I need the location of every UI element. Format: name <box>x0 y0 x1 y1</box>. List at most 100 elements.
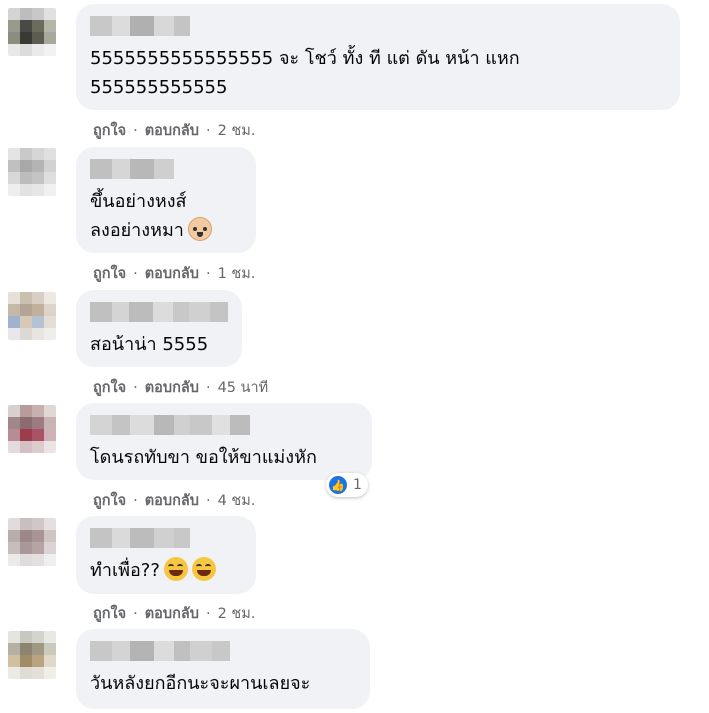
like-link[interactable]: ถูกใจ <box>93 602 126 625</box>
avatar-pixel <box>32 292 44 304</box>
avatar-pixel <box>32 667 44 679</box>
reaction-count[interactable]: 👍 1 <box>326 473 368 497</box>
name-pixel <box>174 528 190 548</box>
timestamp[interactable]: 45 นาที <box>218 376 269 399</box>
reply-link[interactable]: ตอบกลับ <box>145 602 199 625</box>
avatar[interactable] <box>8 518 56 566</box>
comment-actions: ถูกใจ · ตอบกลับ · 2 ชม. <box>93 119 255 142</box>
name-pixel <box>130 641 154 661</box>
reply-link[interactable]: ตอบกลับ <box>145 489 199 512</box>
name-pixel <box>90 415 112 435</box>
timestamp[interactable]: 1 ชม. <box>218 262 256 285</box>
name-pixel <box>112 415 130 435</box>
avatar-pixel <box>8 655 20 667</box>
commenter-name-blurred[interactable] <box>90 159 242 179</box>
name-pixel <box>230 415 250 435</box>
reaction-count-value: 1 <box>353 477 362 493</box>
timestamp[interactable]: 2 ชม. <box>218 602 256 625</box>
comment-bubble: สอน้าน่า 5555 <box>76 290 242 367</box>
avatar-pixel <box>44 172 56 184</box>
avatar-pixel <box>44 8 56 20</box>
avatar-pixel <box>20 8 32 20</box>
avatar-pixel <box>44 554 56 566</box>
avatar-pixel <box>20 542 32 554</box>
avatar-pixel <box>32 304 44 316</box>
separator-dot: · <box>205 605 211 622</box>
commenter-name-blurred[interactable] <box>90 16 666 36</box>
avatar-pixel <box>32 8 44 20</box>
avatar[interactable] <box>8 292 56 340</box>
avatar-pixel <box>8 631 20 643</box>
avatar-pixel <box>20 184 32 196</box>
avatar-pixel <box>8 32 20 44</box>
separator-dot: · <box>133 379 138 396</box>
separator-dot: · <box>205 492 211 509</box>
timestamp[interactable]: 2 ชม. <box>218 119 256 142</box>
avatar-pixel <box>44 417 56 429</box>
avatar-pixel <box>8 8 20 20</box>
avatar[interactable] <box>8 405 56 453</box>
avatar-pixel <box>32 655 44 667</box>
like-link[interactable]: ถูกใจ <box>93 262 126 285</box>
avatar-pixel <box>20 160 32 172</box>
avatar-pixel <box>44 518 56 530</box>
reply-link[interactable]: ตอบกลับ <box>145 262 199 285</box>
avatar-pixel <box>32 328 44 340</box>
commenter-name-blurred[interactable] <box>90 415 358 435</box>
avatar-pixel <box>20 316 32 328</box>
name-pixel <box>112 528 130 548</box>
dog-face-icon <box>187 217 212 241</box>
avatar-pixel <box>20 631 32 643</box>
avatar-pixel <box>32 160 44 172</box>
comment-text: โดนรถทับขา ขอให้ขาแม่งหัก <box>90 447 317 468</box>
name-pixel <box>154 528 174 548</box>
comment-text: ทำเพื่อ?? <box>90 556 242 585</box>
avatar-pixel <box>32 184 44 196</box>
commenter-name-blurred[interactable] <box>90 302 229 322</box>
avatar-pixel <box>20 554 32 566</box>
avatar[interactable] <box>8 631 56 679</box>
avatar-pixel <box>32 417 44 429</box>
avatar-pixel <box>44 441 56 453</box>
avatar-pixel <box>32 542 44 554</box>
avatar[interactable] <box>8 8 56 56</box>
like-link[interactable]: ถูกใจ <box>93 489 126 512</box>
commenter-name-blurred[interactable] <box>90 528 242 548</box>
name-pixel <box>212 641 230 661</box>
name-pixel <box>130 415 154 435</box>
avatar-pixel <box>32 316 44 328</box>
separator-dot: · <box>133 265 138 282</box>
like-link[interactable]: ถูกใจ <box>93 119 126 142</box>
avatar-pixel <box>20 148 32 160</box>
name-pixel <box>90 16 112 36</box>
avatar-pixel <box>8 429 20 441</box>
separator-dot: · <box>205 379 211 396</box>
separator-dot: · <box>205 265 211 282</box>
avatar-pixel <box>44 667 56 679</box>
name-pixel <box>212 415 230 435</box>
comment-text: สอน้าน่า 5555 <box>90 334 209 355</box>
avatar-pixel <box>20 530 32 542</box>
avatar-pixel <box>44 530 56 542</box>
timestamp[interactable]: 4 ชม. <box>218 489 256 512</box>
name-pixel <box>154 641 174 661</box>
avatar-pixel <box>8 667 20 679</box>
avatar[interactable] <box>8 148 56 196</box>
avatar-pixel <box>20 20 32 32</box>
name-pixel <box>112 159 130 179</box>
avatar-pixel <box>8 405 20 417</box>
avatar-pixel <box>44 148 56 160</box>
avatar-pixel <box>20 292 32 304</box>
avatar-pixel <box>20 328 32 340</box>
name-pixel <box>90 528 112 548</box>
avatar-pixel <box>44 328 56 340</box>
like-link[interactable]: ถูกใจ <box>93 376 126 399</box>
avatar-pixel <box>8 20 20 32</box>
reply-link[interactable]: ตอบกลับ <box>145 376 199 399</box>
reply-link[interactable]: ตอบกลับ <box>145 119 199 142</box>
name-pixel <box>112 641 130 661</box>
avatar-pixel <box>44 655 56 667</box>
commenter-name-blurred[interactable] <box>90 641 356 661</box>
avatar-pixel <box>20 172 32 184</box>
avatar-pixel <box>44 304 56 316</box>
